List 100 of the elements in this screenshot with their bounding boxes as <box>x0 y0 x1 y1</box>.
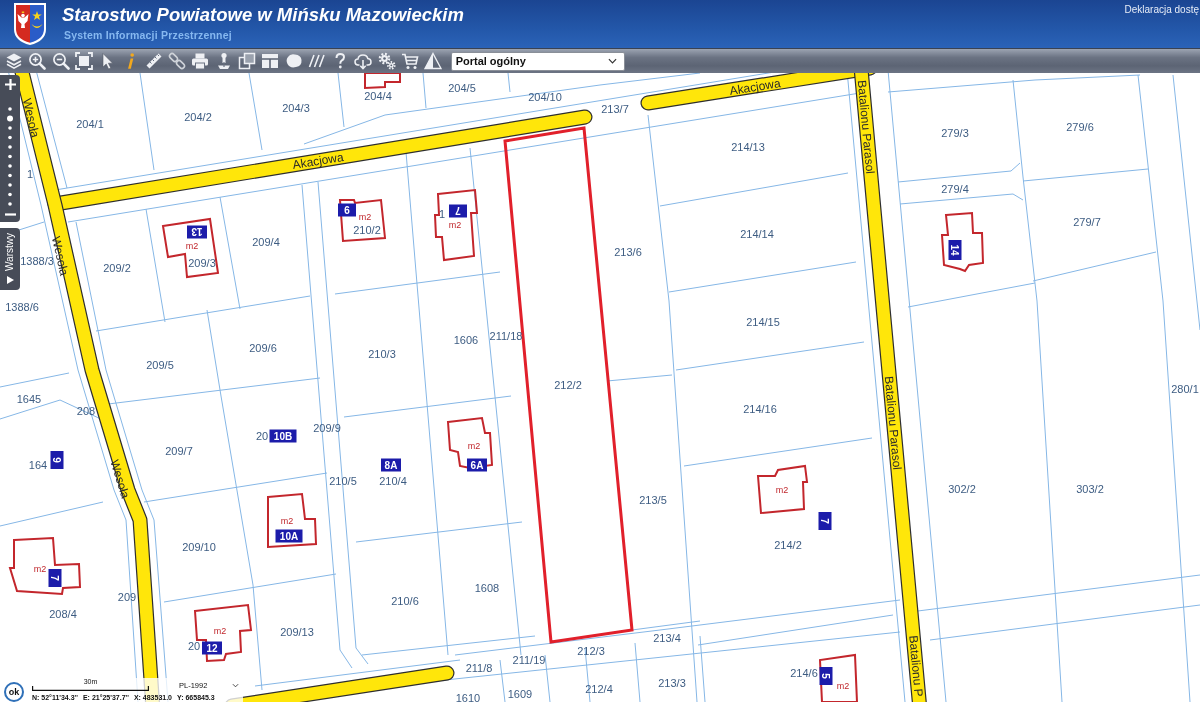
parcel-number: 214/13 <box>731 141 765 153</box>
portal-select[interactable]: Portal ogólny <box>450 51 625 71</box>
parcel-number: 20 <box>255 430 269 442</box>
parcel-number: 212/3 <box>577 645 605 657</box>
blob-shape-icon[interactable] <box>284 52 303 70</box>
building-outline <box>818 653 859 702</box>
parcel-number: 1608 <box>474 582 500 594</box>
link-icon[interactable] <box>168 52 187 70</box>
parcel-number: 208/4 <box>49 608 77 620</box>
building-type-label: m2 <box>775 485 789 495</box>
parcel-number: 1388/6 <box>5 301 39 313</box>
parcel-number: 1388/3 <box>20 255 54 267</box>
chevron-down-icon <box>232 683 239 688</box>
building-outline <box>161 217 220 279</box>
building-outline <box>940 211 985 273</box>
parcel-number: 211/18 <box>489 330 523 342</box>
parcel-number: 211/19 <box>512 654 546 666</box>
parcel-number: 204/2 <box>184 111 212 123</box>
parcel-number: 211/8 <box>465 662 493 674</box>
building-type-label: m2 <box>185 241 199 251</box>
parcel-number: 213/6 <box>614 246 642 258</box>
triangle-right-icon <box>6 276 14 284</box>
parcel-number: 204/3 <box>282 102 310 114</box>
parcel-number: 213/5 <box>639 494 667 506</box>
parcel-number: 280/1 <box>1171 383 1199 395</box>
site-subtitle: System Informacji Przestrzennej <box>64 29 233 42</box>
parcel-number: 209 <box>117 591 137 603</box>
parcel-number: 213/4 <box>653 632 681 644</box>
parcel-number: 1606 <box>453 334 479 346</box>
parcel-number: 279/6 <box>1066 121 1094 133</box>
layers-tab[interactable]: Warstwy <box>0 228 20 290</box>
cart-icon[interactable] <box>401 52 420 70</box>
layers-icon[interactable] <box>5 52 23 70</box>
building-type-label: m2 <box>213 626 227 636</box>
parcel-number: 209/2 <box>103 262 131 274</box>
parcel-number: 208 <box>76 405 96 417</box>
parcel-number: 214/14 <box>740 228 774 240</box>
settings-icon[interactable] <box>377 52 396 70</box>
parcel-number: 210/3 <box>368 348 396 360</box>
parcel-number: 209/13 <box>280 626 314 638</box>
street-name: Batalionu Parasol <box>854 79 878 175</box>
zoom-in-icon[interactable] <box>28 52 47 70</box>
zoom-out-icon[interactable] <box>51 52 70 70</box>
parcel-number: 279/7 <box>1073 216 1101 228</box>
street-name: Batalionu P <box>906 634 926 698</box>
parcel-number: 1645 <box>16 393 42 405</box>
parcel-number: 209/7 <box>165 445 193 457</box>
slashes-icon[interactable] <box>307 52 326 70</box>
cloud-download-icon[interactable] <box>354 52 373 70</box>
parcel-number: 214/15 <box>746 316 780 328</box>
parcel-number: 210/2 <box>353 224 381 236</box>
building-outline <box>364 73 401 90</box>
parcel-number: 20 <box>187 640 201 652</box>
building-outline <box>446 416 494 469</box>
street-name: Batalionu Parasol <box>881 375 905 471</box>
accessibility-declaration-link[interactable]: Deklaracja dostę <box>1124 4 1199 16</box>
parcel-number: 214/16 <box>743 403 777 415</box>
parcel-number: 213/7 <box>601 103 629 115</box>
building-outline <box>267 492 318 549</box>
zoom-in-icon[interactable] <box>4 79 16 90</box>
parcel-number: 210/6 <box>391 595 419 607</box>
triangle-icon[interactable] <box>424 52 443 70</box>
overlapping-squares-icon[interactable] <box>237 52 256 70</box>
parcel-number: 214/2 <box>774 539 802 551</box>
parcel-number: 210/5 <box>329 475 357 487</box>
parcel-number: 213/3 <box>658 677 686 689</box>
parcel-number: 204/10 <box>528 91 562 103</box>
building-type-label: m2 <box>448 220 462 230</box>
zoom-slider-thumb[interactable] <box>7 115 13 122</box>
site-title: Starostwo Powiatowe w Mińsku Mazowieckim <box>62 4 464 26</box>
coat-of-arms-logo <box>13 2 47 46</box>
parcel-number: 279/4 <box>941 183 969 195</box>
layout-icon[interactable] <box>261 52 280 70</box>
parcel-number: 1610 <box>455 692 481 702</box>
parcel-number: 212/4 <box>585 683 613 695</box>
parcel-number: 1 <box>26 168 34 180</box>
parcel-number: 204/5 <box>448 82 476 94</box>
ok-button[interactable]: ok <box>4 682 24 702</box>
building-outline <box>756 464 809 515</box>
parcel-number: 209/5 <box>146 359 174 371</box>
parcel-number: 1609 <box>507 688 533 700</box>
parcel-number: 209/3 <box>188 257 216 269</box>
ruler-icon[interactable] <box>144 52 163 70</box>
street-name: Wesoła <box>19 97 43 139</box>
parcel-number: 209/9 <box>313 422 341 434</box>
chevron-down-icon <box>607 58 617 64</box>
printer-icon[interactable] <box>191 52 210 70</box>
building-type-label: m2 <box>358 212 372 222</box>
parcel-number: 209/4 <box>252 236 280 248</box>
street-name: Wesoła <box>107 457 133 501</box>
parcel-number: 279/3 <box>941 127 969 139</box>
building-type-label: m2 <box>33 564 47 574</box>
parcel-number: 209/10 <box>182 541 216 553</box>
parcel-number: 302/2 <box>948 483 976 495</box>
parcel-number: 204/4 <box>364 90 392 102</box>
full-extent-icon[interactable] <box>74 52 93 70</box>
parcel-number: 210/4 <box>379 475 407 487</box>
parcel-number: 214/6 <box>790 667 818 679</box>
parcel-number: 209/6 <box>249 342 277 354</box>
building-type-label: m2 <box>280 516 294 526</box>
